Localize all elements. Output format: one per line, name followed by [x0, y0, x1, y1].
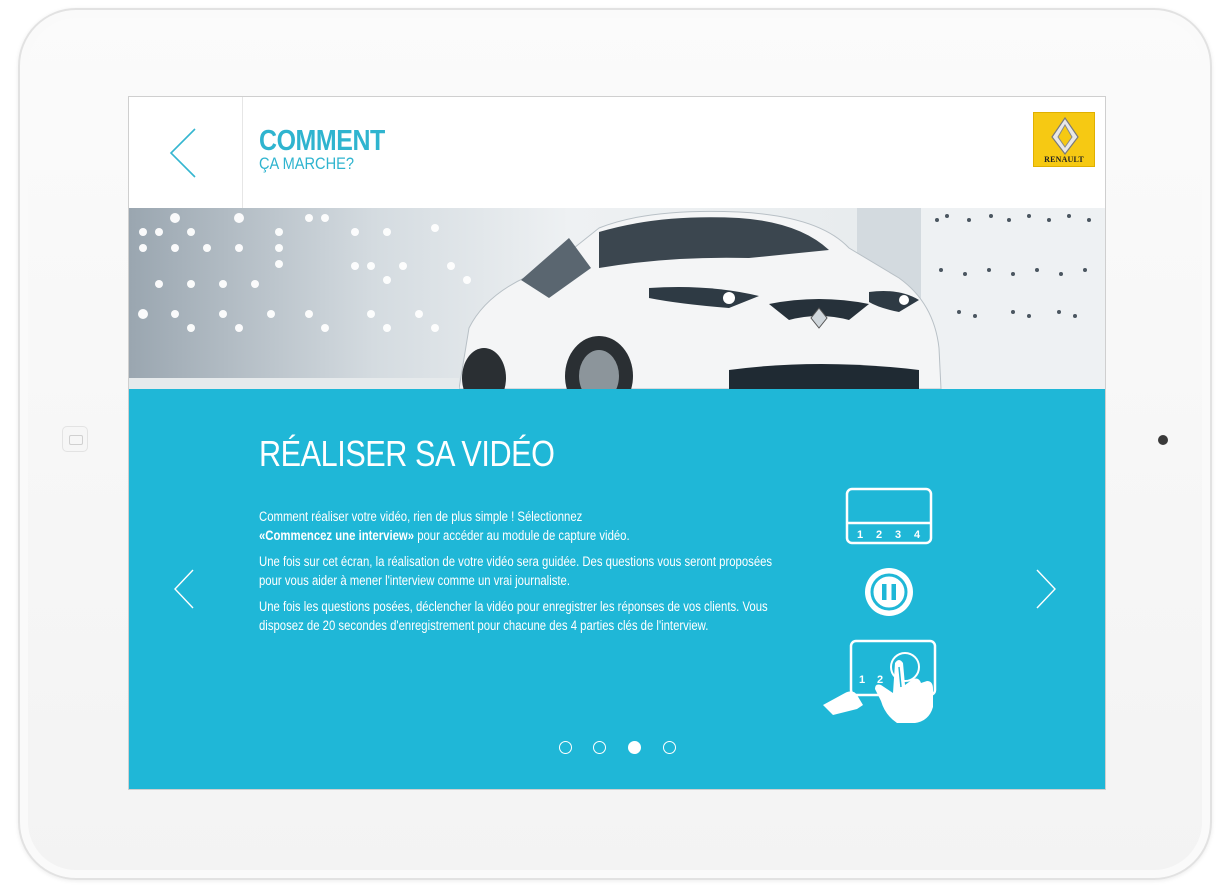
section-title: RÉALISER SA VIDÉO: [259, 433, 555, 474]
paragraph-3: Une fois les questions posées, déclenche…: [259, 599, 768, 633]
paragraph-1-text: Comment réaliser votre vidéo, rien de pl…: [259, 509, 583, 524]
page-title-subtitle: ÇA MARCHE?: [259, 154, 355, 173]
hero-car-image: [129, 208, 1105, 389]
timeline-number: 4: [914, 529, 921, 541]
pagination-dot-1[interactable]: [559, 741, 572, 754]
paragraph-1-text-end: pour accéder au module de capture vidéo.: [414, 528, 630, 543]
pagination-dot-3-active[interactable]: [628, 741, 641, 754]
section-body: Comment réaliser votre vidéo, rien de pl…: [259, 507, 819, 642]
app-screen: COMMENT ÇA MARCHE? RENAULT RÉALISER SA V…: [128, 96, 1106, 790]
paragraph-2: Une fois sur cet écran, la réalisation d…: [259, 554, 773, 588]
page-title: COMMENT ÇA MARCHE?: [259, 127, 405, 173]
pause-circle-icon: [865, 568, 913, 616]
touch-number: 2: [877, 674, 883, 686]
chevron-right-icon: [1036, 569, 1056, 609]
slide-content: RÉALISER SA VIDÉO Comment réaliser votre…: [129, 389, 1105, 789]
page-title-main: COMMENT: [259, 125, 385, 157]
touch-number: 1: [859, 674, 865, 686]
timeline-number: 1: [857, 529, 863, 541]
touch-tablet-icon: 1 2: [823, 639, 937, 723]
pagination-dot-4[interactable]: [663, 741, 676, 754]
paragraph-1-bold: «Commencez une interview»: [259, 528, 415, 543]
chevron-left-icon: [174, 569, 194, 609]
pagination-dots: [555, 741, 685, 757]
renault-diamond-icon: [1051, 116, 1079, 155]
back-button[interactable]: [129, 97, 243, 208]
feature-icons: 1 2 3 4 1 2: [823, 485, 945, 735]
pagination-dot-2[interactable]: [593, 741, 606, 754]
camera-icon: [1158, 435, 1168, 445]
car-photo-illustration: [129, 208, 1105, 389]
chevron-left-icon: [169, 128, 196, 178]
renault-logo: RENAULT: [1033, 112, 1095, 167]
next-slide-button[interactable]: [1031, 564, 1061, 614]
timeline-number: 2: [876, 529, 882, 541]
home-button[interactable]: [62, 426, 88, 452]
logo-wordmark: RENAULT: [1044, 155, 1084, 164]
previous-slide-button[interactable]: [169, 564, 199, 614]
timeline-number: 3: [895, 529, 901, 541]
video-timeline-icon: 1 2 3 4: [845, 487, 933, 545]
header-bar: COMMENT ÇA MARCHE? RENAULT: [129, 97, 1105, 208]
paragraph-1: Comment réaliser votre vidéo, rien de pl…: [259, 507, 780, 545]
